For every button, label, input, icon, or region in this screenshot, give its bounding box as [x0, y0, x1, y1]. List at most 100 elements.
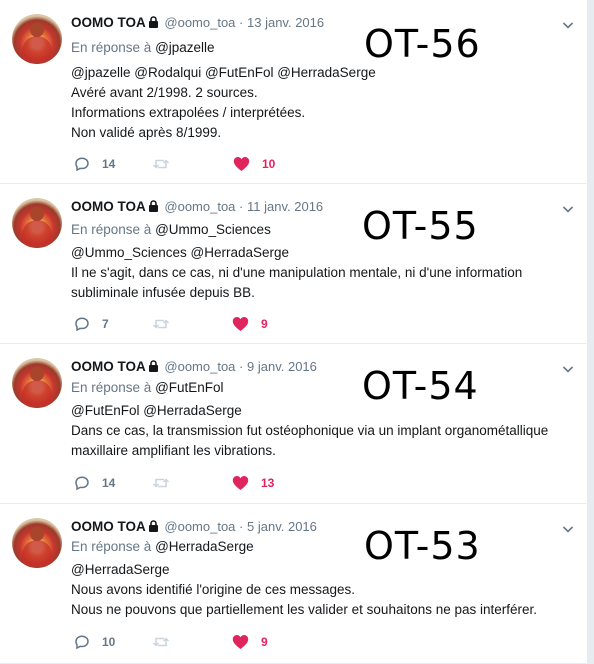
reply-icon	[74, 156, 90, 172]
reply-button[interactable]: 7	[74, 316, 109, 332]
tweet-header: OOMO TOA @oomo_toa · 5 janv. 2016	[71, 518, 317, 537]
tweet-date[interactable]: 11 janv. 2016	[247, 199, 323, 214]
display-name[interactable]: OOMO TOA	[71, 359, 146, 374]
handle[interactable]: @oomo_toa	[164, 15, 235, 30]
chevron-down-icon[interactable]	[562, 362, 574, 374]
retweet-icon	[152, 475, 170, 491]
retweet-icon	[152, 316, 170, 332]
heart-icon	[232, 475, 249, 491]
like-button[interactable]: 13	[232, 475, 274, 491]
tweet-line: maxillaire amplifiant les vibrations.	[71, 443, 276, 458]
lock-icon	[148, 519, 159, 537]
display-name[interactable]: OOMO TOA	[71, 15, 146, 30]
tweet[interactable]: OOMO TOA @oomo_toa · 5 janv. 2016 En rép…	[0, 504, 587, 664]
reply-icon	[74, 634, 90, 650]
reply-button[interactable]: 10	[74, 634, 115, 650]
avatar[interactable]	[12, 358, 62, 408]
tweet[interactable]: OOMO TOA @oomo_toa · 9 janv. 2016 En rép…	[0, 344, 587, 504]
heart-icon	[232, 316, 249, 332]
separator-dot: ·	[239, 199, 244, 214]
reply-prefix: En réponse à	[71, 539, 152, 554]
tweet-text: @Ummo_Sciences @HerradaSerge Il ne s'agi…	[71, 243, 522, 303]
chevron-down-icon[interactable]	[562, 522, 574, 534]
tweet[interactable]: OOMO TOA @oomo_toa · 11 janv. 2016 En ré…	[0, 184, 587, 344]
like-count: 13	[261, 476, 275, 490]
tweet-header: OOMO TOA @oomo_toa · 9 janv. 2016	[71, 358, 317, 377]
overlay-label: OT-53	[364, 524, 481, 568]
avatar[interactable]	[12, 518, 62, 568]
chevron-down-icon[interactable]	[562, 202, 574, 214]
display-name[interactable]: OOMO TOA	[71, 519, 146, 534]
reply-user-link[interactable]: @jpazelle	[155, 40, 214, 55]
reply-user-link[interactable]: @HerradaSerge	[155, 539, 254, 554]
lock-icon	[148, 359, 159, 377]
tweet[interactable]: OOMO TOA @oomo_toa · 13 janv. 2016 En ré…	[0, 0, 587, 184]
tweet-line: @jpazelle @Rodalqui @FutEnFol @HerradaSe…	[71, 65, 376, 80]
handle[interactable]: @oomo_toa	[164, 199, 235, 214]
tweet-date[interactable]: 5 janv. 2016	[247, 519, 317, 534]
avatar[interactable]	[12, 14, 62, 64]
retweet-icon	[152, 156, 170, 172]
overlay-label: OT-55	[362, 204, 479, 248]
tweet-actions: 7 9	[74, 316, 374, 332]
tweet-line: Avéré avant 2/1998. 2 sources.	[71, 85, 258, 100]
retweet-button[interactable]	[152, 156, 170, 172]
display-name[interactable]: OOMO TOA	[71, 199, 146, 214]
like-count: 9	[261, 635, 268, 649]
tweet-line: Il ne s'agit, dans ce cas, ni d'une mani…	[71, 265, 523, 280]
lock-icon	[148, 199, 159, 217]
lock-icon	[148, 15, 159, 33]
tweet-date[interactable]: 13 janv. 2016	[247, 15, 324, 30]
reply-count: 7	[102, 317, 109, 331]
tweet-line: Dans ce cas, la transmission fut ostéoph…	[71, 423, 549, 438]
tweet-header: OOMO TOA @oomo_toa · 13 janv. 2016	[71, 14, 324, 33]
overlay-label: OT-56	[364, 22, 481, 66]
chevron-down-icon[interactable]	[562, 18, 574, 30]
tweet-line: Nous ne pouvons que partiellement les va…	[71, 602, 538, 617]
like-button[interactable]: 9	[232, 316, 268, 332]
retweet-icon	[152, 634, 170, 650]
retweet-button[interactable]	[152, 316, 170, 332]
reply-user-link[interactable]: @Ummo_Sciences	[155, 222, 271, 237]
reply-context: En réponse à @jpazelle	[71, 39, 215, 57]
retweet-button[interactable]	[152, 634, 170, 650]
reply-button[interactable]: 14	[74, 156, 115, 172]
separator-dot: ·	[239, 15, 244, 30]
tweet-text: @FutEnFol @HerradaSerge Dans ce cas, la …	[71, 401, 548, 461]
reply-count: 14	[102, 476, 116, 490]
reply-button[interactable]: 14	[74, 475, 115, 491]
reply-user-link[interactable]: @FutEnFol	[155, 380, 223, 395]
tweet-actions: 14 13	[74, 475, 374, 491]
timeline-border	[587, 0, 594, 664]
tweet-text: @HerradaSerge Nous avons identifié l'ori…	[71, 560, 537, 620]
reply-count: 10	[102, 635, 116, 649]
retweet-button[interactable]	[152, 475, 170, 491]
tweet-text: @jpazelle @Rodalqui @FutEnFol @HerradaSe…	[71, 63, 376, 143]
reply-prefix: En réponse à	[71, 40, 152, 55]
reply-context: En réponse à @Ummo_Sciences	[71, 221, 271, 239]
heart-icon	[232, 634, 249, 650]
tweet-line: Non validé après 8/1999.	[71, 125, 222, 140]
like-count: 9	[261, 317, 268, 331]
handle[interactable]: @oomo_toa	[164, 359, 235, 374]
tweet-actions: 14 10	[74, 156, 374, 172]
separator-dot: ·	[239, 359, 244, 374]
overlay-label: OT-54	[362, 364, 479, 408]
avatar[interactable]	[12, 198, 62, 248]
tweet-line: Nous avons identifié l'origine de ces me…	[71, 582, 355, 597]
reply-icon	[74, 316, 90, 332]
handle[interactable]: @oomo_toa	[164, 519, 235, 534]
like-count: 10	[262, 157, 276, 171]
tweet-header: OOMO TOA @oomo_toa · 11 janv. 2016	[71, 198, 323, 217]
tweet-actions: 10 9	[74, 634, 374, 650]
like-button[interactable]: 9	[232, 634, 268, 650]
reply-icon	[74, 475, 90, 491]
reply-context: En réponse à @FutEnFol	[71, 379, 224, 397]
reply-count: 14	[102, 157, 116, 171]
reply-context: En réponse à @HerradaSerge	[71, 538, 254, 556]
tweet-date[interactable]: 9 janv. 2016	[247, 359, 317, 374]
reply-prefix: En réponse à	[71, 380, 152, 395]
heart-icon	[233, 156, 250, 172]
separator-dot: ·	[239, 519, 244, 534]
like-button[interactable]: 10	[233, 156, 275, 172]
